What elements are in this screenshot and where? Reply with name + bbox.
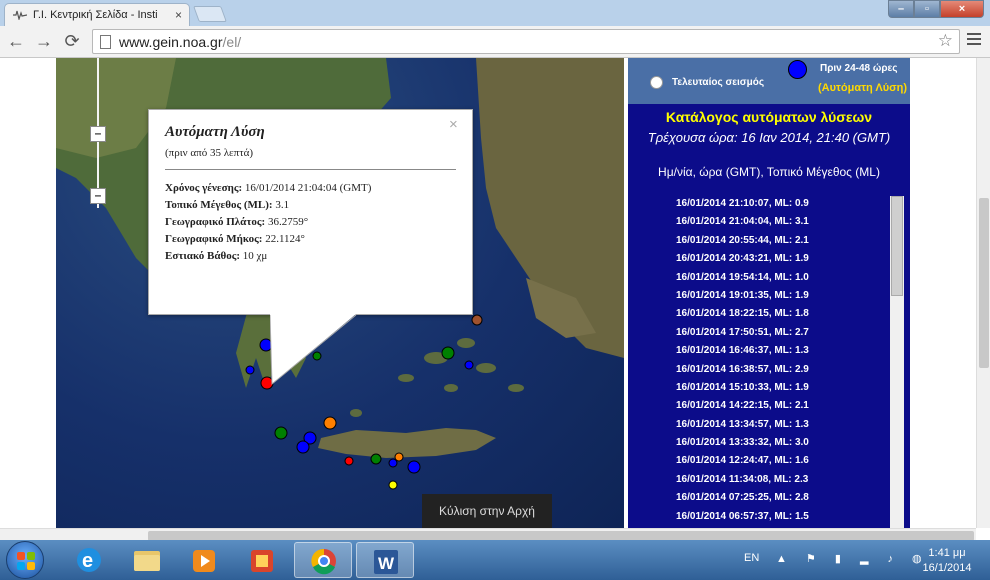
latest-quake-label: Τελευταίος σεισμός: [672, 77, 765, 88]
popup-close-icon[interactable]: ×: [449, 116, 458, 133]
map-marker[interactable]: [344, 456, 354, 466]
clock-time: 1:41 μμ: [928, 547, 966, 559]
minimize-button[interactable]: –: [888, 0, 914, 18]
tab-title: Γ.Ι. Κεντρική Σελίδα - Insti: [33, 9, 158, 21]
quake-list: 16/01/2014 21:10:07, ML: 0.9 16/01/2014 …: [676, 198, 896, 528]
list-item[interactable]: 16/01/2014 20:55:44, ML: 2.1: [676, 235, 896, 253]
map-marker[interactable]: [471, 314, 483, 326]
new-tab-button[interactable]: [193, 6, 227, 22]
list-item[interactable]: 16/01/2014 13:34:57, ML: 1.3: [676, 419, 896, 437]
latest-quake-radio[interactable]: [650, 76, 663, 89]
clock-date: 16/1/2014: [922, 562, 972, 574]
list-item[interactable]: 16/01/2014 17:50:51, ML: 2.7: [676, 327, 896, 345]
list-item[interactable]: 16/01/2014 14:22:15, ML: 2.1: [676, 400, 896, 418]
system-tray-icons[interactable]: ▲ ⚑ ▮ ▂ ♪ ◍: [776, 552, 930, 565]
list-scrollbar-thumb[interactable]: [891, 196, 903, 296]
reload-icon[interactable]: ⟳: [62, 31, 82, 52]
map-marker[interactable]: [296, 440, 310, 454]
list-scrollbar[interactable]: [890, 196, 904, 528]
page-viewport: – – Αυτόματη Λύση (πριν από 35 λεπτά) Χρ…: [0, 58, 976, 528]
bookmark-star-icon[interactable]: ☆: [938, 31, 953, 51]
vertical-scrollbar-thumb[interactable]: [979, 198, 989, 368]
url-path: /el/: [222, 34, 242, 50]
app-icon[interactable]: [234, 542, 292, 578]
map-marker[interactable]: [370, 453, 382, 465]
tab-close-icon[interactable]: ×: [175, 8, 182, 22]
media-player-icon[interactable]: [176, 542, 234, 578]
list-item[interactable]: 16/01/2014 21:10:07, ML: 0.9: [676, 198, 896, 216]
list-item[interactable]: 16/01/2014 16:38:57, ML: 2.9: [676, 364, 896, 382]
page-icon: [100, 35, 111, 49]
start-button[interactable]: [6, 541, 44, 579]
map-marker[interactable]: [323, 416, 337, 430]
close-window-button[interactable]: ×: [940, 0, 984, 18]
popup-divider: [165, 169, 456, 170]
page-vertical-scrollbar[interactable]: [976, 58, 990, 528]
list-item[interactable]: 16/01/2014 11:34:08, ML: 2.3: [676, 474, 896, 492]
list-item[interactable]: 16/01/2014 12:24:47, ML: 1.6: [676, 455, 896, 473]
list-item[interactable]: 16/01/2014 13:33:32, ML: 3.0: [676, 437, 896, 455]
list-item[interactable]: 16/01/2014 21:04:04, ML: 3.1: [676, 216, 896, 234]
popup-subtitle: (πριν από 35 λεπτά): [165, 147, 254, 159]
map-marker[interactable]: [407, 460, 421, 474]
file-explorer-icon[interactable]: [118, 542, 176, 578]
auto-solution-label: (Αυτόματη Λύση): [818, 82, 908, 94]
list-item[interactable]: 16/01/2014 07:25:25, ML: 2.8: [676, 492, 896, 510]
map-marker[interactable]: [464, 360, 474, 370]
catalog-panel: Τελευταίος σεισμός Πριν 24-48 ώρες (Αυτό…: [628, 58, 910, 528]
list-item[interactable]: 16/01/2014 20:43:21, ML: 1.9: [676, 253, 896, 271]
popup-row-origin-time: Χρόνος γένεσης: 16/01/2014 21:04:04 (GMT…: [165, 182, 372, 194]
popup-pointer: [270, 314, 357, 386]
list-item[interactable]: 16/01/2014 19:54:14, ML: 1.0: [676, 272, 896, 290]
browser-toolbar: ← → ⟳ www.gein.noa.gr/el/ ☆: [0, 26, 990, 58]
word-icon[interactable]: W: [356, 542, 414, 578]
windows-taskbar: e W EN ▲ ⚑ ▮ ▂ ♪ ◍ 1:41 μμ 16/1/2014: [0, 540, 990, 580]
scroll-to-top-button[interactable]: Κύλιση στην Αρχή: [422, 494, 552, 528]
back-icon[interactable]: ←: [6, 31, 26, 52]
internet-explorer-icon[interactable]: e: [60, 542, 118, 578]
url-host: www.gein.noa.gr: [119, 34, 223, 50]
current-time: Τρέχουσα ώρα: 16 Ιαν 2014, 21:40 (GMT): [647, 130, 891, 145]
chrome-icon[interactable]: [294, 542, 352, 578]
list-item[interactable]: 16/01/2014 16:46:37, ML: 1.3: [676, 345, 896, 363]
svg-text:W: W: [378, 554, 395, 573]
map-marker[interactable]: [388, 458, 398, 468]
map-marker[interactable]: [388, 480, 398, 490]
map-marker[interactable]: [245, 365, 255, 375]
forward-icon[interactable]: →: [34, 31, 54, 52]
popup-row-latitude: Γεωγραφικό Πλάτος: 36.2759°: [165, 216, 309, 228]
window-controls: – ▫ ×: [888, 0, 984, 18]
svg-text:e: e: [82, 550, 93, 572]
popup-row-longitude: Γεωγραφικό Μήκος: 22.1124°: [165, 233, 305, 245]
map-marker[interactable]: [394, 452, 404, 462]
windows-logo-icon: [17, 552, 35, 570]
list-item[interactable]: 16/01/2014 19:01:35, ML: 1.9: [676, 290, 896, 308]
catalog-columns: Ημ/νία, ώρα (GMT), Τοπικό Μέγεθος (ML): [658, 165, 880, 179]
browser-tab[interactable]: Γ.Ι. Κεντρική Σελίδα - Insti ×: [4, 3, 190, 26]
taskbar-clock[interactable]: 1:41 μμ 16/1/2014: [912, 546, 982, 576]
maximize-button[interactable]: ▫: [914, 0, 940, 18]
language-indicator[interactable]: EN: [744, 552, 759, 564]
seismograph-icon: [13, 10, 27, 20]
list-item[interactable]: 16/01/2014 06:57:37, ML: 1.5: [676, 511, 896, 528]
map-marker[interactable]: [274, 426, 288, 440]
chrome-menu-icon[interactable]: [967, 33, 981, 48]
earthquake-info-popup: Αυτόματη Λύση (πριν από 35 λεπτά) Χρόνος…: [148, 109, 473, 315]
panel-legend: Τελευταίος σεισμός Πριν 24-48 ώρες (Αυτό…: [628, 58, 910, 104]
address-bar[interactable]: www.gein.noa.gr/el/ ☆: [92, 29, 960, 54]
catalog-title: Κατάλογος αυτόματων λύσεων: [665, 109, 873, 125]
list-item[interactable]: 16/01/2014 15:10:33, ML: 1.9: [676, 382, 896, 400]
popup-row-magnitude: Τοπικό Μέγεθος (ML): 3.1: [165, 199, 290, 211]
map-marker[interactable]: [441, 346, 455, 360]
legend-blue-dot: [788, 60, 807, 79]
list-item[interactable]: 16/01/2014 18:22:15, ML: 1.8: [676, 308, 896, 326]
popup-row-depth: Εστιακό Βάθος: 10 χμ: [165, 250, 268, 262]
legend-24-48h-label: Πριν 24-48 ώρες: [820, 63, 898, 74]
window-titlebar: Γ.Ι. Κεντρική Σελίδα - Insti × – ▫ ×: [0, 0, 990, 26]
popup-title: Αυτόματη Λύση: [165, 124, 265, 140]
